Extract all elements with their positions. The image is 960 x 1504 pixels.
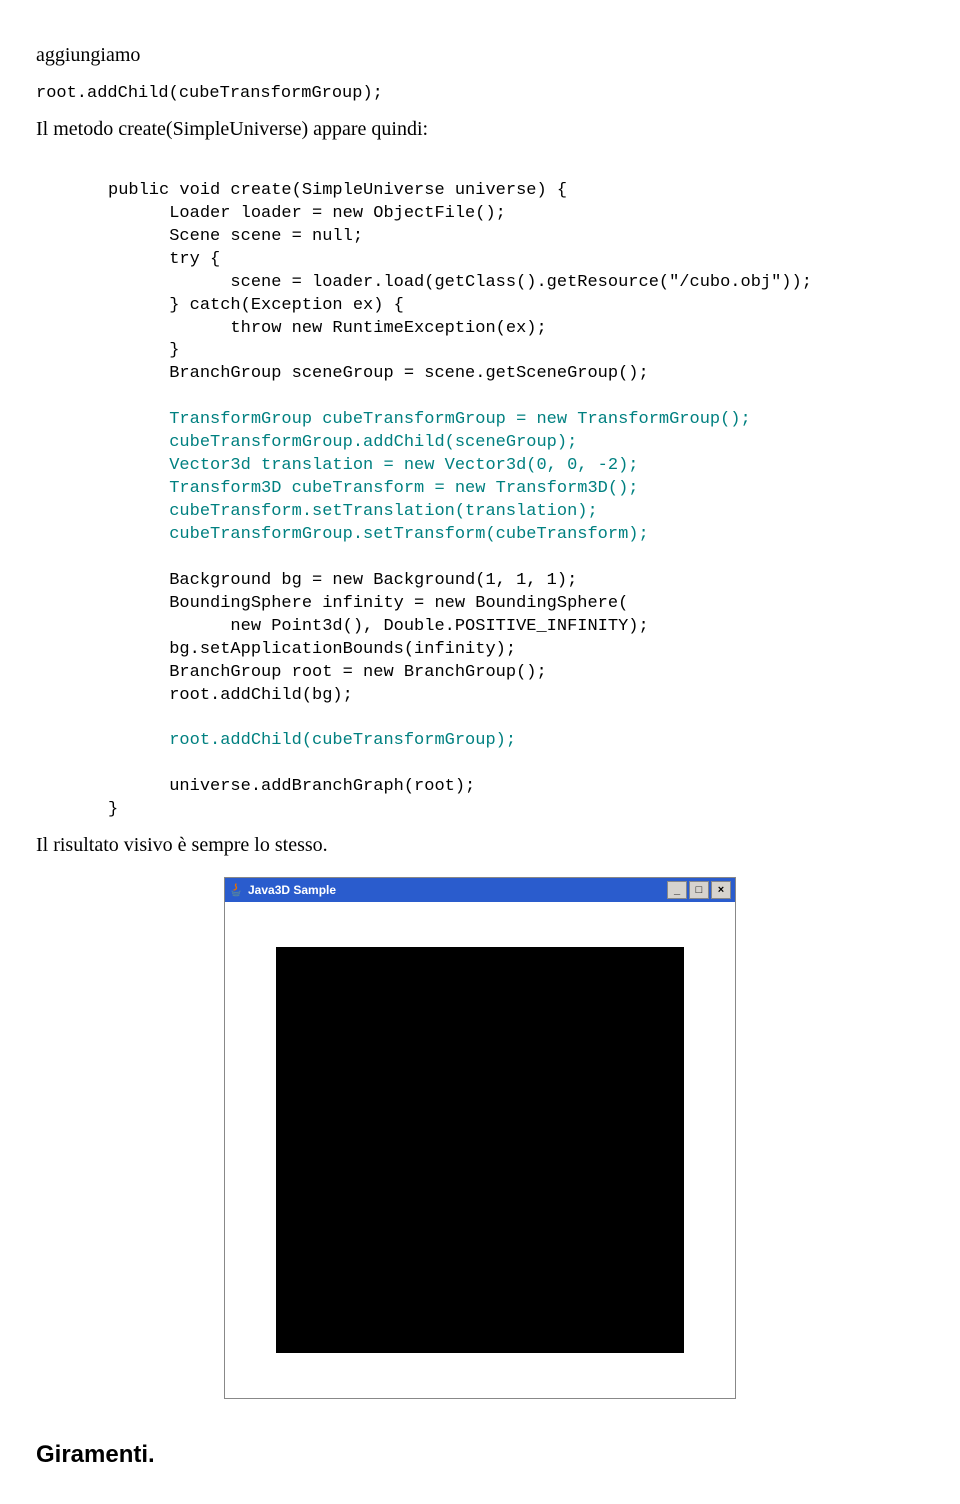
close-button[interactable]: × (711, 881, 731, 899)
java-icon (229, 883, 243, 897)
intro-word: aggiungiamo (36, 42, 924, 69)
render-canvas (276, 947, 684, 1353)
code-part-1: public void create(SimpleUniverse univer… (108, 181, 812, 384)
section-heading-giramenti: Giramenti. (36, 1439, 924, 1471)
minimize-button[interactable]: _ (667, 881, 687, 899)
code-snippet-addchild: root.addChild(cubeTransformGroup); (36, 83, 924, 106)
code-part-3: Background bg = new Background(1, 1, 1);… (108, 571, 649, 705)
maximize-button[interactable]: □ (689, 881, 709, 899)
code-block-method: public void create(SimpleUniverse univer… (108, 157, 924, 822)
window-title: Java3D Sample (248, 882, 667, 898)
code-part-4: root.addChild(cubeTransformGroup); (108, 731, 516, 750)
intro-sentence: Il metodo create(SimpleUniverse) appare … (36, 116, 924, 143)
result-sentence: Il risultato visivo è sempre lo stesso. (36, 832, 924, 859)
code-part-5: universe.addBranchGraph(root); } (108, 777, 475, 819)
window-titlebar[interactable]: Java3D Sample _ □ × (225, 878, 735, 902)
window-body (225, 902, 735, 1398)
sample-window: Java3D Sample _ □ × (224, 877, 736, 1399)
code-part-2: TransformGroup cubeTransformGroup = new … (108, 410, 751, 544)
